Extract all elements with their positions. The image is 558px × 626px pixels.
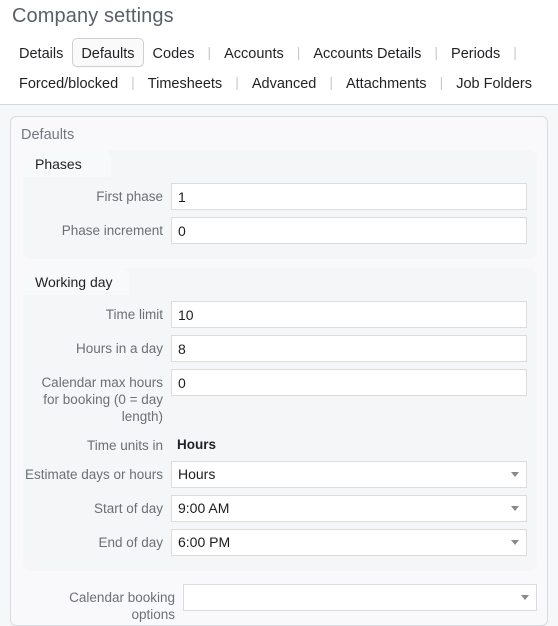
field-label-first-phase: First phase [96,189,163,204]
select-start-of-day[interactable]: 9:00 AM [171,495,527,522]
select-value-estimate-days-or-hours: Hours [178,466,216,482]
field-row-calendar-booking-options: Calendar booking options [23,584,537,623]
field-control-wrap [183,584,537,611]
input-hours-in-a-day[interactable] [171,335,527,362]
field-control-wrap [171,301,527,328]
chevron-down-icon[interactable] [511,506,519,511]
tab-bar: Details Defaults Codes | Accounts | Accounts D… [0,30,558,97]
field-control-wrap [171,183,527,210]
select-estimate-days-or-hours[interactable]: Hours [171,461,527,488]
tab-separator: | [434,44,439,60]
field-row-first-phase: First phase [23,183,527,210]
field-label-calendar-max-hours-for-booking-0-day-length: Calendar max hours for booking (0 = day … [41,375,163,424]
field-row-time-limit: Time limit [23,301,527,328]
group-working-day: Working day Time limit Hours in a day Calen… [23,268,537,571]
field-label-start-of-day: Start of day [93,501,163,516]
tab-row-1: Details Defaults Codes | Accounts | Accounts D… [10,37,558,67]
input-phase-increment[interactable] [171,217,527,244]
chevron-down-icon[interactable] [521,595,529,600]
field-row-end-of-day: End of day 6:00 PM [23,529,527,556]
input-time-limit[interactable] [171,301,527,328]
field-control-wrap: 9:00 AM [171,495,527,522]
select-calendar-booking-options[interactable] [183,584,537,611]
group-legend-working-day: Working day [23,268,129,295]
static-value-time-units-in: Hours [177,437,217,452]
tab-codes[interactable]: Codes [144,38,204,67]
select-box[interactable] [171,461,527,488]
field-control-wrap [171,217,527,244]
settings-content: Defaults Phases First phase Phase incremen… [0,105,558,626]
field-control-wrap: 6:00 PM [171,529,527,556]
field-control-wrap: Hours [171,461,527,488]
field-label-time-limit: Time limit [105,307,163,322]
select-value-start-of-day: 9:00 AM [178,500,230,516]
field-row-hours-in-a-day: Hours in a day [23,335,527,362]
company-settings-page: Company settings Details Defaults Codes | Ac… [0,0,558,626]
field-control-wrap: Hours [171,432,527,453]
select-box[interactable] [183,584,537,611]
group-fields: First phase Phase increment [23,177,537,244]
tab-accounts[interactable]: Accounts [215,38,293,67]
select-value-end-of-day: 6:00 PM [178,534,231,550]
field-label-end-of-day: End of day [98,535,163,550]
field-row-time-units-in: Time units in Hours [23,432,527,454]
field-row-calendar-max-hours-for-booking-0-day-length: Calendar max hours for booking (0 = day … [23,369,527,425]
tab-job-folders[interactable]: Job Folders [447,68,541,97]
tab-separator: | [235,74,239,90]
field-label-phase-increment: Phase increment [61,223,163,238]
tab-defaults[interactable]: Defaults [72,37,144,67]
tab-advanced[interactable]: Advanced [243,68,326,97]
input-first-phase[interactable] [171,183,527,210]
field-label-time-units-in: Time units in [86,438,163,453]
select-end-of-day[interactable]: 6:00 PM [171,529,527,556]
ungrouped-fields: Calendar booking options [23,580,537,623]
page-title: Company settings [12,5,174,27]
page-header: Company settings Details Defaults Codes | Ac… [0,0,558,105]
tab-separator: | [207,44,212,60]
tab-separator: | [296,44,301,60]
tab-attachments[interactable]: Attachments [337,68,436,97]
field-control-wrap [171,369,527,396]
tab-forced-blocked[interactable]: Forced/blocked [10,68,127,97]
tab-details[interactable]: Details [10,38,72,67]
tab-row-2: Forced/blocked | Timesheets | Advanced | Attac… [10,67,558,97]
defaults-panel-body: Phases First phase Phase increment Working … [11,150,547,623]
tab-periods[interactable]: Periods [442,38,509,67]
field-control-wrap [171,335,527,362]
field-row-phase-increment: Phase increment [23,217,527,244]
chevron-down-icon[interactable] [511,540,519,545]
defaults-panel: Defaults Phases First phase Phase incremen… [10,116,548,626]
tab-separator: | [131,74,135,90]
tab-timesheets[interactable]: Timesheets [139,68,231,97]
input-calendar-max-hours-for-booking-0-day-length[interactable] [171,369,527,396]
group-phases: Phases First phase Phase increment [23,150,537,259]
tab-separator: | [513,44,517,60]
tab-separator: | [439,74,444,90]
group-fields: Time limit Hours in a day Calendar max hou… [23,295,537,556]
field-row-start-of-day: Start of day 9:00 AM [23,495,527,522]
group-legend-phases: Phases [23,150,111,177]
tab-separator: | [329,74,333,90]
field-label-calendar-booking-options: Calendar booking options [69,590,175,622]
field-label-hours-in-a-day: Hours in a day [75,341,163,356]
field-label-estimate-days-or-hours: Estimate days or hours [24,467,163,482]
defaults-panel-legend: Defaults [21,127,75,143]
tab-accounts-details[interactable]: Accounts Details [304,38,430,67]
chevron-down-icon[interactable] [511,472,519,477]
field-row-estimate-days-or-hours: Estimate days or hours Hours [23,461,527,488]
